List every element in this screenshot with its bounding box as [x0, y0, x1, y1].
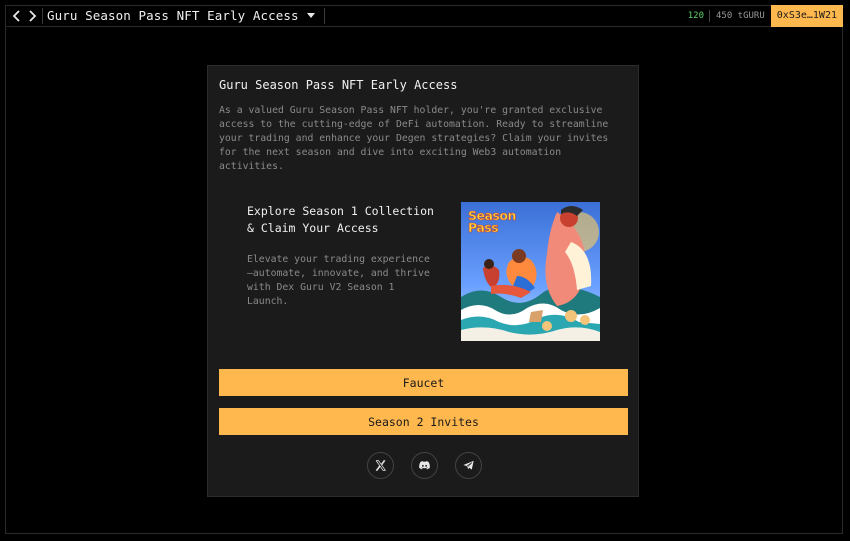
early-access-card: Guru Season Pass NFT Early Access As a v… [207, 65, 639, 497]
account-info: 120 450 tGURU 0xS3e…1W21 [683, 4, 843, 27]
card-title: Guru Season Pass NFT Early Access [219, 78, 458, 92]
season-pass-image: Season Pass [461, 202, 600, 341]
back-button[interactable] [8, 6, 24, 26]
season-2-invites-button[interactable]: Season 2 Invites [219, 408, 628, 435]
token-balance: 450 tGURU [716, 10, 765, 21]
top-bar: Guru Season Pass NFT Early Access 120 45… [5, 4, 843, 27]
caret-down-icon [306, 13, 315, 18]
status-count: 120 [687, 10, 704, 21]
x-link[interactable] [366, 452, 394, 479]
discord-link[interactable] [410, 452, 438, 479]
divider [323, 7, 325, 24]
wallet-button[interactable]: 0xS3e…1W21 [770, 4, 843, 27]
explore-title: Explore Season 1 Collection & Claim Your… [247, 204, 434, 235]
wallet-address: 0xS3e…1W21 [776, 10, 837, 21]
chevron-right-icon [28, 9, 36, 22]
forward-button[interactable] [24, 6, 40, 26]
page-title-dropdown[interactable]: Guru Season Pass NFT Early Access [47, 8, 315, 23]
telegram-link[interactable] [454, 452, 482, 479]
page-title: Guru Season Pass NFT Early Access [47, 8, 299, 23]
divider [42, 7, 43, 24]
card-description: As a valued Guru Season Pass NFT holder,… [219, 105, 609, 172]
x-icon [375, 460, 386, 471]
telegram-icon [462, 460, 474, 470]
social-links [208, 452, 640, 479]
chevron-left-icon [12, 9, 20, 22]
explore-description: Elevate your trading experience —automat… [247, 254, 430, 307]
discord-icon [418, 461, 430, 470]
faucet-button[interactable]: Faucet [219, 369, 628, 396]
